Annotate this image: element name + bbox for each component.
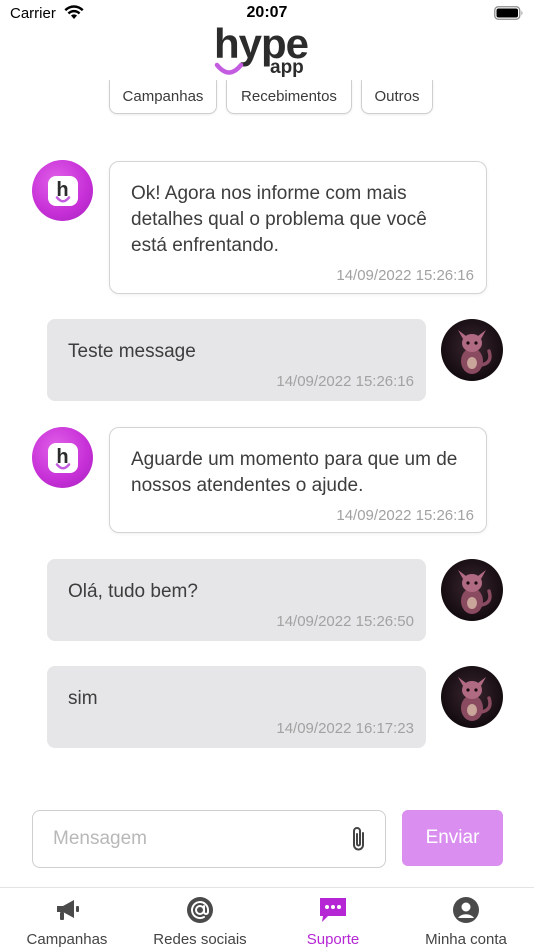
category-campanhas[interactable]: Campanhas bbox=[109, 80, 217, 114]
hype-app-logo: hype app bbox=[214, 22, 322, 80]
logo-sub: app bbox=[270, 57, 304, 78]
support-avatar: h bbox=[32, 427, 93, 488]
message-time: 14/09/2022 15:26:50 bbox=[276, 613, 414, 630]
support-avatar: h bbox=[32, 160, 93, 221]
battery-icon bbox=[494, 6, 524, 25]
message-text: Ok! Agora nos informe com mais detalhes … bbox=[131, 183, 427, 256]
tab-label: Redes sociais bbox=[153, 931, 247, 948]
message-text: Teste message bbox=[68, 341, 196, 362]
message-composer bbox=[32, 810, 386, 868]
paperclip-icon[interactable] bbox=[349, 825, 369, 858]
message-bubble-bot: Aguarde um momento para que um de nossos… bbox=[109, 427, 487, 533]
tab-redes-sociais[interactable]: Redes sociais bbox=[145, 888, 255, 950]
user-avatar bbox=[441, 559, 503, 621]
message-time: 14/09/2022 15:26:16 bbox=[336, 507, 474, 524]
category-recebimentos[interactable]: Recebimentos bbox=[226, 80, 352, 114]
category-outros[interactable]: Outros bbox=[361, 80, 433, 114]
tab-suporte[interactable]: Suporte bbox=[290, 888, 376, 950]
chat-icon bbox=[318, 895, 348, 925]
bottom-tab-bar: Campanhas Redes sociais Suporte Minha co… bbox=[0, 887, 534, 950]
at-sign-icon bbox=[186, 895, 214, 925]
message-bubble-bot: Ok! Agora nos informe com mais detalhes … bbox=[109, 161, 487, 294]
tab-minha-conta[interactable]: Minha conta bbox=[416, 888, 516, 950]
message-bubble-user: Olá, tudo bem? 14/09/2022 15:26:50 bbox=[47, 559, 426, 641]
tab-campanhas[interactable]: Campanhas bbox=[17, 888, 117, 950]
message-bubble-user: Teste message 14/09/2022 15:26:16 bbox=[47, 319, 426, 401]
hype-mini-logo-icon: h bbox=[47, 175, 78, 206]
message-text: Olá, tudo bem? bbox=[68, 581, 198, 602]
creature-avatar-icon bbox=[458, 330, 492, 374]
tab-label: Suporte bbox=[306, 931, 360, 948]
message-input[interactable] bbox=[53, 811, 333, 867]
user-avatar bbox=[441, 319, 503, 381]
hype-mini-logo-icon: h bbox=[47, 442, 78, 473]
user-icon bbox=[452, 895, 480, 925]
message-text: sim bbox=[68, 688, 98, 709]
message-time: 14/09/2022 15:26:16 bbox=[276, 373, 414, 390]
message-text: Aguarde um momento para que um de nossos… bbox=[131, 449, 458, 496]
megaphone-icon bbox=[52, 895, 82, 925]
user-avatar bbox=[441, 666, 503, 728]
support-chat-screen: Carrier 20:07 hype app Campanhas Recebim… bbox=[0, 0, 534, 950]
tab-label: Minha conta bbox=[425, 931, 507, 948]
send-button[interactable]: Enviar bbox=[402, 810, 503, 866]
message-time: 14/09/2022 16:17:23 bbox=[276, 720, 414, 737]
message-time: 14/09/2022 15:26:16 bbox=[336, 267, 474, 284]
creature-avatar-icon bbox=[458, 677, 492, 721]
creature-avatar-icon bbox=[458, 570, 492, 614]
message-bubble-user: sim 14/09/2022 16:17:23 bbox=[47, 666, 426, 748]
tab-label: Campanhas bbox=[26, 931, 108, 948]
logo-smile-icon bbox=[214, 62, 244, 75]
